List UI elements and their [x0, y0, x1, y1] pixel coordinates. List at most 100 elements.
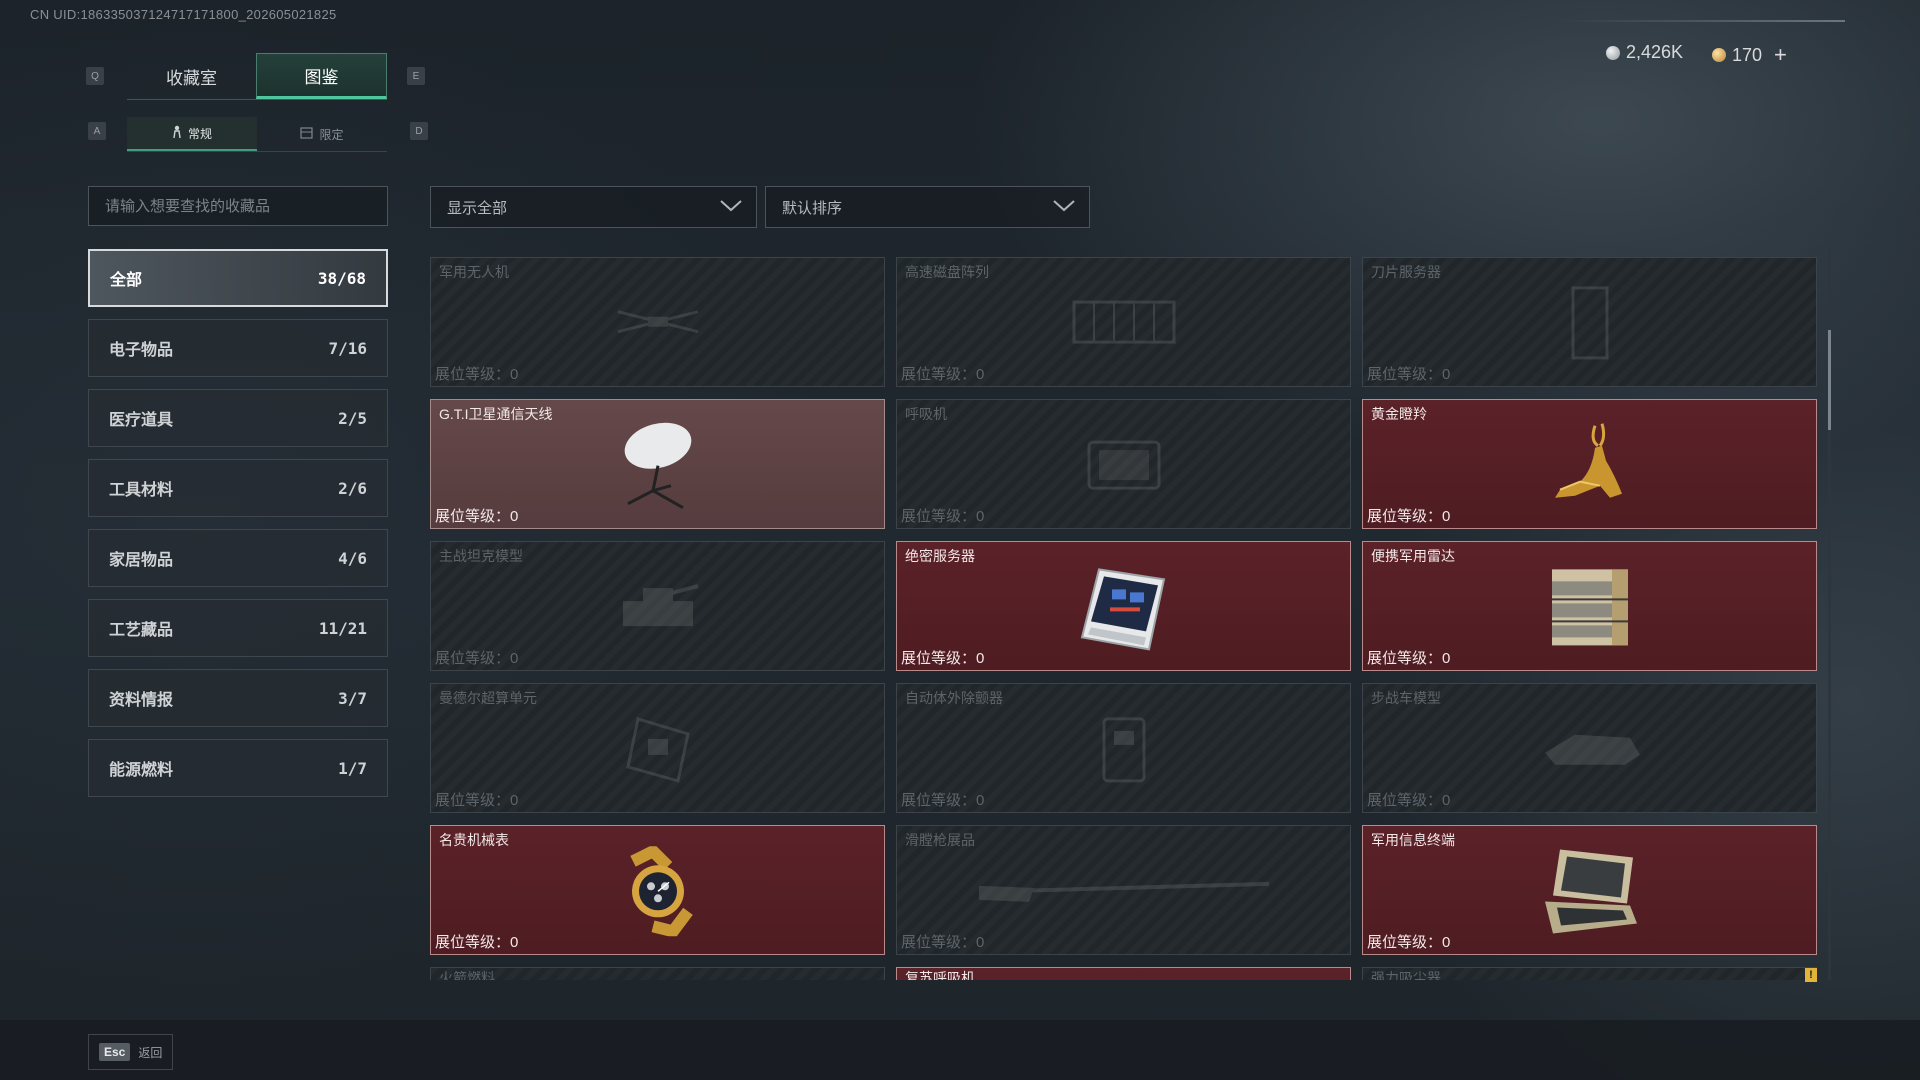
card-name: G.T.I卫星通信天线 — [439, 406, 553, 422]
collection-card-compute-unit[interactable]: 曼德尔超算单元 展位等级：0 — [430, 683, 885, 813]
chevron-down-icon — [720, 199, 742, 216]
category-label: 家居物品 — [109, 552, 174, 569]
card-name: 便携军用雷达 — [1371, 548, 1455, 564]
watch-icon — [613, 843, 703, 941]
tab-collection-room[interactable]: 收藏室 — [127, 53, 256, 99]
tank-model-icon — [613, 576, 703, 641]
collection-card-resuscitator[interactable]: 复苏呼吸机 — [896, 967, 1351, 980]
card-name: 主战坦克模型 — [439, 548, 523, 564]
gold-currency: 170 + — [1712, 42, 1787, 68]
satellite-dish-icon — [613, 416, 703, 521]
category-label: 资料情报 — [109, 692, 174, 709]
card-name: 军用信息终端 — [1371, 832, 1455, 848]
top-divider — [1560, 20, 1845, 22]
collection-card-satellite-antenna[interactable]: G.T.I卫星通信天线 展位等级：0 — [430, 399, 885, 529]
card-level: 展位等级：0 — [1367, 792, 1451, 809]
golden-gazelle-icon — [1540, 416, 1640, 521]
collection-card-disk-array[interactable]: 高速磁盘阵列 展位等级：0 — [896, 257, 1351, 387]
collection-card-ventilator[interactable]: 呼吸机 展位等级：0 — [896, 399, 1351, 529]
category-all[interactable]: 全部 38/68 — [88, 249, 388, 307]
subtab-regular-label: 常规 — [187, 126, 212, 141]
scrollbar-thumb[interactable] — [1828, 330, 1831, 430]
key-hint-q: Q — [86, 67, 104, 85]
category-label: 能源燃料 — [109, 762, 174, 779]
card-level: 展位等级：0 — [435, 508, 519, 525]
sub-tabs: 常规 限定 — [127, 117, 387, 152]
collection-card-ifv-model[interactable]: 步战车模型 展位等级：0 — [1362, 683, 1817, 813]
category-label: 工艺藏品 — [109, 622, 174, 639]
category-electronics[interactable]: 电子物品 7/16 — [88, 319, 388, 377]
card-name: 复苏呼吸机 — [905, 970, 975, 980]
search-input[interactable] — [88, 186, 388, 226]
card-level: 展位等级：0 — [435, 792, 519, 809]
drone-icon — [613, 297, 703, 352]
card-level: 展位等级：0 — [901, 792, 985, 809]
chevron-down-icon — [1053, 199, 1075, 216]
gold-amount: 170 — [1732, 44, 1763, 65]
card-level: 展位等级：0 — [901, 934, 985, 951]
category-tools[interactable]: 工具材料 2/6 — [88, 459, 388, 517]
collection-card-blade-server[interactable]: 刀片服务器 展位等级：0 — [1362, 257, 1817, 387]
card-name: 绝密服务器 — [905, 548, 975, 564]
main-tabs: 收藏室 图鉴 — [127, 53, 387, 100]
card-name: 刀片服务器 — [1371, 264, 1441, 280]
card-level: 展位等级：0 — [1367, 650, 1451, 667]
card-name: 高速磁盘阵列 — [905, 264, 989, 280]
card-level: 展位等级：0 — [435, 650, 519, 667]
category-count: 4/6 — [338, 548, 367, 568]
back-label: 返回 — [138, 1045, 163, 1060]
collection-card-musket-exhibit[interactable]: 滑膛枪展品 展位等级：0 — [896, 825, 1351, 955]
category-crafts[interactable]: 工艺藏品 11/21 — [88, 599, 388, 657]
subtab-regular[interactable]: 常规 — [127, 117, 257, 151]
card-name: 军用无人机 — [439, 264, 509, 280]
grid-clip-row: 火箭燃料 复苏呼吸机 强力吸尘器 — [430, 967, 1830, 980]
secret-server-icon — [1074, 561, 1174, 658]
card-name: 强力吸尘器 — [1371, 970, 1441, 980]
category-label: 电子物品 — [109, 342, 174, 359]
category-household[interactable]: 家居物品 4/6 — [88, 529, 388, 587]
back-button[interactable]: Esc 返回 — [88, 1034, 174, 1070]
category-count: 3/7 — [338, 688, 367, 708]
box-icon — [300, 126, 314, 142]
key-hint-d: D — [410, 122, 428, 140]
card-name: 名贵机械表 — [439, 832, 509, 848]
card-name: 黄金瞪羚 — [1371, 406, 1427, 422]
footer-bar — [0, 1020, 1920, 1080]
collection-card-defibrillator[interactable]: 自动体外除颤器 展位等级：0 — [896, 683, 1351, 813]
collection-card-secret-server[interactable]: 绝密服务器 展位等级：0 — [896, 541, 1351, 671]
card-level: 展位等级：0 — [901, 650, 985, 667]
collection-card-rocket-fuel[interactable]: 火箭燃料 — [430, 967, 885, 980]
card-name: 火箭燃料 — [439, 970, 495, 980]
card-name: 呼吸机 — [905, 406, 947, 422]
category-count: 2/6 — [338, 478, 367, 498]
card-level: 展位等级：0 — [1367, 366, 1451, 383]
sort-dropdown[interactable]: 默认排序 — [765, 186, 1090, 228]
category-count: 7/16 — [328, 338, 367, 358]
card-level: 展位等级：0 — [901, 508, 985, 525]
subtab-limited[interactable]: 限定 — [257, 117, 387, 151]
warning-badge: ! — [1805, 968, 1817, 982]
tab-codex[interactable]: 图鉴 — [256, 53, 387, 99]
collection-card-luxury-watch[interactable]: 名贵机械表 展位等级：0 — [430, 825, 885, 955]
category-count: 2/5 — [338, 408, 367, 428]
collection-card-golden-gazelle[interactable]: 黄金瞪羚 展位等级：0 — [1362, 399, 1817, 529]
collection-card-tank-model[interactable]: 主战坦克模型 展位等级：0 — [430, 541, 885, 671]
category-intel[interactable]: 资料情报 3/7 — [88, 669, 388, 727]
person-icon — [172, 125, 182, 142]
key-hint-e: E — [407, 67, 425, 85]
musket-icon — [974, 874, 1274, 909]
esc-key-hint: Esc — [99, 1043, 131, 1061]
category-energy[interactable]: 能源燃料 1/7 — [88, 739, 388, 797]
compute-unit-icon — [618, 709, 698, 794]
disk-array-icon — [1069, 292, 1179, 357]
collection-card-portable-radar[interactable]: 便携军用雷达 展位等级：0 — [1362, 541, 1817, 671]
collection-card-vacuum-cleaner[interactable]: 强力吸尘器 — [1362, 967, 1817, 980]
add-currency-button[interactable]: + — [1774, 42, 1787, 68]
collection-card-military-drone[interactable]: 军用无人机 展位等级：0 — [430, 257, 885, 387]
silver-currency: 2,426K — [1606, 42, 1683, 63]
filter-dropdown[interactable]: 显示全部 — [430, 186, 757, 228]
uid-label: CN UID:18633503712471717180​0_2026050218… — [30, 7, 337, 22]
collection-card-info-terminal[interactable]: 军用信息终端 展位等级：0 — [1362, 825, 1817, 955]
ifv-model-icon — [1535, 723, 1645, 778]
category-medical[interactable]: 医疗道具 2/5 — [88, 389, 388, 447]
